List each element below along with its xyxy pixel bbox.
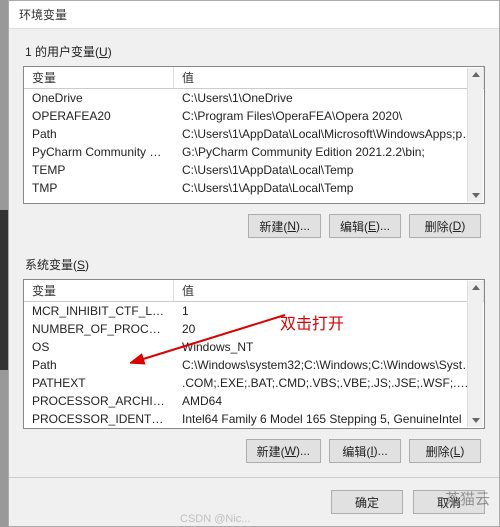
- cell-value: Intel64 Family 6 Model 165 Stepping 5, G…: [174, 412, 484, 426]
- table-row[interactable]: PROCESSOR_IDENTIFIERIntel64 Family 6 Mod…: [24, 410, 484, 428]
- user-vars-rows: OneDriveC:\Users\1\OneDriveOPERAFEA20C:\…: [24, 89, 484, 203]
- cell-variable: PyCharm Community Editi...: [24, 145, 174, 159]
- col-value[interactable]: 值: [174, 67, 484, 88]
- col-value[interactable]: 值: [174, 280, 484, 301]
- user-vars-list[interactable]: 变量 值 OneDriveC:\Users\1\OneDriveOPERAFEA…: [23, 66, 485, 204]
- dialog-footer: 确定 取消: [9, 477, 499, 526]
- ok-button[interactable]: 确定: [331, 490, 403, 514]
- cell-variable: MCR_INHIBIT_CTF_LOCK: [24, 304, 174, 318]
- table-row[interactable]: TEMPC:\Users\1\AppData\Local\Temp: [24, 161, 484, 179]
- system-vars-rows: MCR_INHIBIT_CTF_LOCK1NUMBER_OF_PROCESSOR…: [24, 302, 484, 428]
- dialog-content: 1 的用户变量(U) 变量 值 OneDriveC:\Users\1\OneDr…: [9, 29, 499, 477]
- col-variable[interactable]: 变量: [24, 280, 174, 301]
- background-strip: [0, 0, 8, 527]
- cancel-button[interactable]: 取消: [413, 490, 485, 514]
- cell-variable: Path: [24, 358, 174, 372]
- table-row[interactable]: OneDriveC:\Users\1\OneDrive: [24, 89, 484, 107]
- system-vars-buttons: 新建(W)... 编辑(I)... 删除(L): [23, 429, 485, 477]
- delete-user-button[interactable]: 删除(D): [409, 214, 481, 238]
- cell-value: G:\PyCharm Community Edition 2021.2.2\bi…: [174, 145, 484, 159]
- cell-variable: PROCESSOR_ARCHITECT...: [24, 394, 174, 408]
- cell-value: Windows_NT: [174, 340, 484, 354]
- table-row[interactable]: PathC:\Users\1\AppData\Local\Microsoft\W…: [24, 125, 484, 143]
- cell-value: C:\Users\1\AppData\Local\Temp: [174, 181, 484, 195]
- cell-variable: OneDrive: [24, 91, 174, 105]
- system-vars-list[interactable]: 变量 值 MCR_INHIBIT_CTF_LOCK1NUMBER_OF_PROC…: [23, 279, 485, 429]
- system-vars-label: 系统变量(S): [25, 256, 485, 273]
- table-row[interactable]: PROCESSOR_ARCHITECT...AMD64: [24, 392, 484, 410]
- cell-variable: TEMP: [24, 163, 174, 177]
- edit-user-button[interactable]: 编辑(E)...: [329, 214, 401, 238]
- titlebar[interactable]: 环境变量: [9, 1, 499, 29]
- table-row[interactable]: TMPC:\Users\1\AppData\Local\Temp: [24, 179, 484, 197]
- cell-value: C:\Users\1\AppData\Local\Temp: [174, 163, 484, 177]
- scrollbar-icon[interactable]: [467, 281, 483, 427]
- new-user-button[interactable]: 新建(N)...: [248, 214, 321, 238]
- cell-variable: PATHEXT: [24, 376, 174, 390]
- title-text: 环境变量: [19, 6, 67, 23]
- cell-variable: OPERAFEA20: [24, 109, 174, 123]
- table-row[interactable]: PATHEXT.COM;.EXE;.BAT;.CMD;.VBS;.VBE;.JS…: [24, 374, 484, 392]
- cell-variable: OS: [24, 340, 174, 354]
- cell-value: C:\Users\1\OneDrive: [174, 91, 484, 105]
- system-vars-header[interactable]: 变量 值: [24, 280, 484, 302]
- table-row[interactable]: PathC:\Windows\system32;C:\Windows;C:\Wi…: [24, 356, 484, 374]
- cell-value: .COM;.EXE;.BAT;.CMD;.VBS;.VBE;.JS;.JSE;.…: [174, 376, 484, 390]
- env-vars-dialog: 环境变量 1 的用户变量(U) 变量 值 OneDriveC:\Users\1\…: [8, 0, 500, 527]
- cell-value: C:\Program Files\OperaFEA\Opera 2020\: [174, 109, 484, 123]
- table-row[interactable]: NUMBER_OF_PROCESSORS20: [24, 320, 484, 338]
- cell-variable: NUMBER_OF_PROCESSORS: [24, 322, 174, 336]
- cell-variable: TMP: [24, 181, 174, 195]
- table-row[interactable]: OSWindows_NT: [24, 338, 484, 356]
- cell-value: 20: [174, 322, 484, 336]
- col-variable[interactable]: 变量: [24, 67, 174, 88]
- cell-value: C:\Users\1\AppData\Local\Microsoft\Windo…: [174, 127, 484, 141]
- cell-value: 1: [174, 304, 484, 318]
- user-vars-buttons: 新建(N)... 编辑(E)... 删除(D): [23, 204, 485, 252]
- table-row[interactable]: OPERAFEA20C:\Program Files\OperaFEA\Oper…: [24, 107, 484, 125]
- scrollbar-icon[interactable]: [467, 68, 483, 202]
- table-row[interactable]: PyCharm Community Editi...G:\PyCharm Com…: [24, 143, 484, 161]
- table-row[interactable]: MCR_INHIBIT_CTF_LOCK1: [24, 302, 484, 320]
- cell-value: C:\Windows\system32;C:\Windows;C:\Window…: [174, 358, 484, 372]
- user-vars-label: 1 的用户变量(U): [25, 43, 485, 60]
- delete-sys-button[interactable]: 删除(L): [409, 439, 481, 463]
- edit-sys-button[interactable]: 编辑(I)...: [329, 439, 401, 463]
- user-vars-header[interactable]: 变量 值: [24, 67, 484, 89]
- new-sys-button[interactable]: 新建(W)...: [246, 439, 321, 463]
- cell-variable: Path: [24, 127, 174, 141]
- cell-value: AMD64: [174, 394, 484, 408]
- cell-variable: PROCESSOR_IDENTIFIER: [24, 412, 174, 426]
